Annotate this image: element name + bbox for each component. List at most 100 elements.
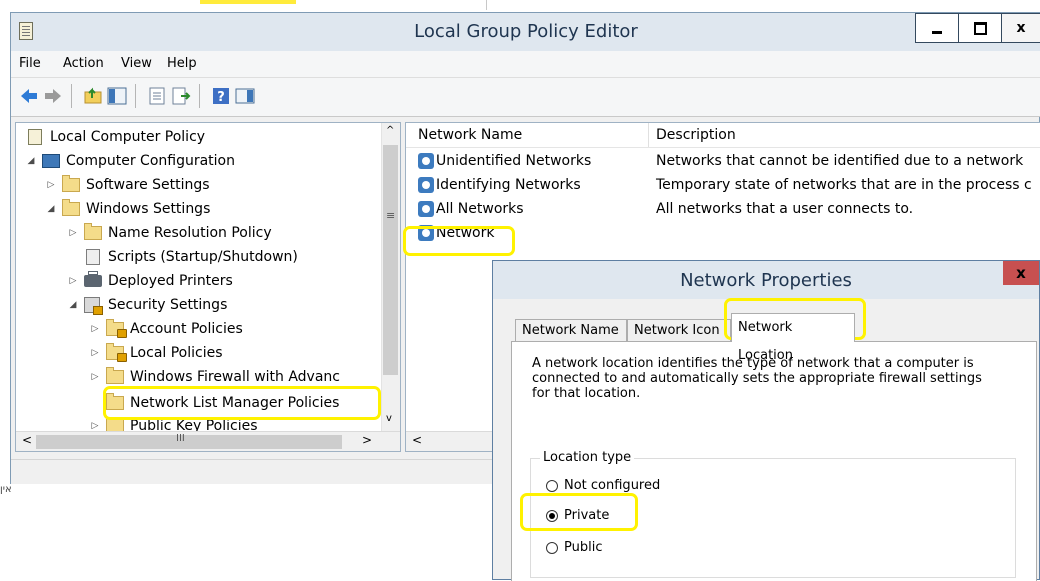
toolbar: ?: [11, 78, 1040, 117]
scroll-grip-icon: III: [176, 433, 185, 444]
column-divider[interactable]: [648, 123, 649, 147]
tree-item-windows-settings[interactable]: ◢ Windows Settings: [44, 197, 210, 221]
menu-action[interactable]: Action: [63, 51, 104, 77]
dialog-close-button[interactable]: x: [1003, 261, 1039, 285]
radio-label: Public: [564, 540, 603, 555]
highlight-network-row: [403, 226, 515, 256]
column-network-name[interactable]: Network Name: [418, 123, 522, 147]
tree-item-computer-configuration[interactable]: ◢ Computer Configuration: [24, 149, 235, 173]
list-item-description: Temporary state of networks that are in …: [656, 177, 1032, 193]
close-button[interactable]: x: [1001, 13, 1040, 43]
export-list-icon[interactable]: [171, 86, 191, 106]
security-settings-icon: [84, 297, 103, 315]
back-arrow-icon[interactable]: [19, 86, 39, 106]
up-folder-icon[interactable]: [83, 86, 103, 106]
forward-arrow-icon[interactable]: [43, 86, 63, 106]
scroll-left-icon[interactable]: <: [22, 433, 32, 447]
tab-panel-network-location: A network location identifies the type o…: [511, 341, 1037, 581]
highlight-network-list-manager-policies: [103, 386, 381, 420]
expander-icon[interactable]: ▷: [66, 221, 80, 245]
scroll-left-icon[interactable]: <: [412, 433, 422, 447]
scroll-right-icon[interactable]: >: [362, 433, 372, 447]
tree-item-label: Name Resolution Policy: [108, 225, 272, 241]
column-description[interactable]: Description: [656, 123, 736, 147]
tree-item-label: Software Settings: [86, 177, 210, 193]
tree-item-account-policies[interactable]: ▷ Account Policies: [88, 317, 243, 341]
radio-button[interactable]: [546, 479, 558, 492]
close-icon: x: [1016, 264, 1026, 282]
expander-icon[interactable]: ◢: [44, 197, 58, 221]
tab-network-icon[interactable]: Network Icon: [627, 319, 731, 341]
show-hide-tree-icon[interactable]: [107, 86, 127, 106]
tab-network-location[interactable]: Network Location: [731, 313, 855, 363]
expander-icon[interactable]: ▷: [88, 419, 102, 431]
tree-item-public-key-policies[interactable]: ▷ Public Key Policies: [88, 419, 258, 431]
tree-item-label: Windows Settings: [86, 201, 211, 217]
list-item-name: Unidentified Networks: [436, 153, 592, 169]
folder-icon: [106, 367, 124, 384]
list-item-name: All Networks: [436, 201, 524, 217]
toolbar-separator: [199, 84, 200, 108]
list-item-description: Networks that cannot be identified due t…: [656, 153, 1024, 169]
top-divider: [486, 0, 487, 10]
expander-icon[interactable]: ▷: [88, 341, 102, 365]
window-title: Local Group Policy Editor: [414, 21, 638, 42]
tree-vertical-scroll-thumb[interactable]: ≡: [383, 145, 398, 375]
list-item[interactable]: All Networks All networks that a user co…: [406, 197, 1040, 221]
radio-label: Not configured: [564, 478, 661, 493]
radio-button[interactable]: [546, 541, 558, 554]
expander-icon[interactable]: ▷: [88, 365, 102, 389]
folder-icon: [62, 199, 80, 216]
tree-item-label: Computer Configuration: [66, 153, 235, 169]
minimize-button[interactable]: [915, 13, 959, 43]
expander-icon[interactable]: ◢: [24, 149, 38, 173]
top-accent-bar: [200, 0, 296, 4]
menu-view[interactable]: View: [121, 51, 152, 77]
expander-icon[interactable]: ▷: [88, 317, 102, 341]
maximize-icon: [973, 21, 987, 35]
expander-icon[interactable]: ▷: [44, 173, 58, 197]
help-icon[interactable]: ?: [211, 86, 231, 106]
folder-icon: [106, 419, 124, 431]
network-icon: [418, 153, 434, 169]
expander-icon[interactable]: ◢: [66, 293, 80, 317]
tree-item-local-policies[interactable]: ▷ Local Policies: [88, 341, 223, 365]
tree-item-software-settings[interactable]: ▷ Software Settings: [44, 173, 210, 197]
scroll-up-icon[interactable]: ^: [386, 125, 394, 136]
list-item[interactable]: Identifying Networks Temporary state of …: [406, 173, 1040, 197]
menu-help[interactable]: Help: [167, 51, 197, 77]
list-item-description: All networks that a user connects to.: [656, 201, 914, 217]
tree-item-local-computer-policy[interactable]: Local Computer Policy: [24, 125, 205, 149]
background-text: אין: [0, 484, 12, 495]
secure-folder-icon: [106, 343, 127, 362]
maximize-button[interactable]: [958, 13, 1002, 43]
tree-item-label: Local Policies: [130, 345, 223, 361]
details-horizontal-scrollbar[interactable]: <: [406, 431, 506, 451]
list-item[interactable]: Unidentified Networks Networks that cann…: [406, 149, 1040, 173]
tree-item-deployed-printers[interactable]: ▷ Deployed Printers: [66, 269, 233, 293]
toolbar-separator: [71, 84, 72, 108]
properties-icon[interactable]: [147, 86, 167, 106]
dialog-titlebar[interactable]: Network Properties x: [493, 261, 1039, 299]
radio-public[interactable]: Public: [546, 538, 602, 558]
dialog-title: Network Properties: [680, 270, 852, 291]
expander-icon[interactable]: ▷: [66, 269, 80, 293]
tree-item-name-resolution-policy[interactable]: ▷ Name Resolution Policy: [66, 221, 272, 245]
location-type-label: Location type: [540, 450, 635, 466]
top-strip: [0, 0, 1040, 12]
tree-item-security-settings[interactable]: ◢ Security Settings: [66, 293, 227, 317]
tree-horizontal-scroll-thumb[interactable]: III: [36, 433, 342, 449]
tree-item-scripts[interactable]: Scripts (Startup/Shutdown): [80, 245, 298, 269]
policy-icon: [28, 129, 42, 145]
scroll-down-icon[interactable]: v: [386, 413, 392, 424]
network-icon: [418, 201, 434, 217]
folder-icon: [84, 223, 102, 240]
show-hide-action-pane-icon[interactable]: [235, 86, 255, 106]
menu-file[interactable]: File: [19, 51, 41, 77]
tab-network-name[interactable]: Network Name: [515, 319, 627, 341]
titlebar[interactable]: Local Group Policy Editor x: [11, 13, 1040, 51]
close-icon: x: [1016, 20, 1026, 36]
scroll-grip-icon: ≡: [386, 209, 396, 222]
menubar: File Action View Help: [11, 51, 1040, 78]
highlight-private-option: [520, 493, 638, 531]
